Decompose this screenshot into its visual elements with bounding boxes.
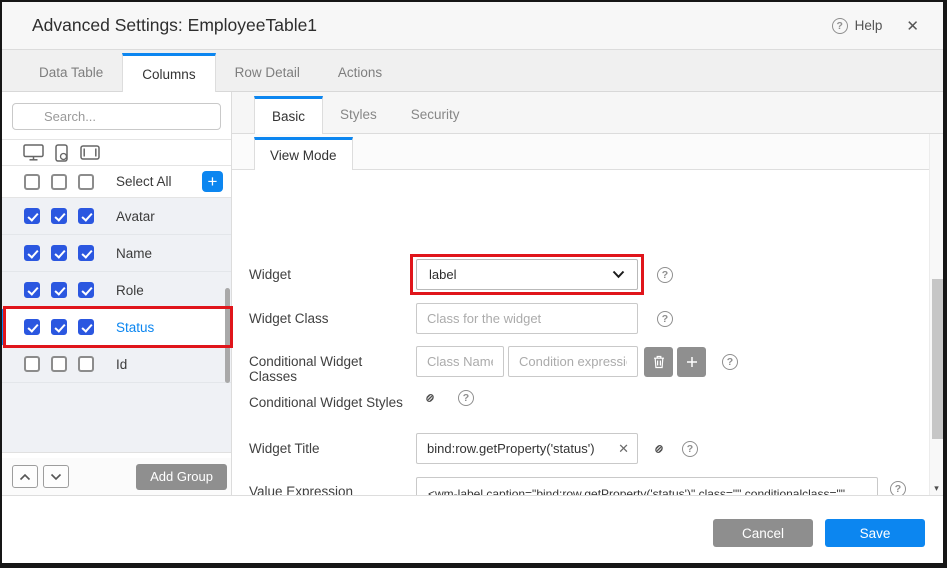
plus-icon — [686, 356, 698, 368]
plus-icon: + — [208, 173, 218, 190]
avatar-checkbox-tablet[interactable] — [78, 208, 94, 224]
tab-view-mode[interactable]: View Mode — [254, 137, 353, 170]
column-row-role[interactable]: Role — [2, 272, 231, 309]
column-row-name[interactable]: Name — [2, 235, 231, 272]
save-button[interactable]: Save — [825, 519, 925, 547]
status-checkbox-mobile[interactable] — [51, 319, 67, 335]
widget-class-input[interactable] — [416, 303, 638, 334]
clear-icon[interactable]: ✕ — [618, 442, 629, 455]
trash-icon — [653, 355, 665, 369]
status-checkbox-tablet[interactable] — [78, 319, 94, 335]
search-area — [2, 92, 231, 140]
columns-sidebar: Select All + Avatar Name Role Status — [2, 92, 232, 495]
move-up-button[interactable] — [12, 465, 38, 488]
column-label: Role — [116, 283, 144, 298]
scroll-down-arrow-icon[interactable]: ▾ — [930, 483, 943, 494]
panel-subtabbar: View Mode — [232, 134, 943, 170]
sidebar-filler — [2, 383, 231, 453]
panel-scrollbar-thumb[interactable] — [932, 279, 943, 439]
widget-label: Widget — [249, 267, 414, 282]
column-row-status[interactable]: Status — [2, 309, 231, 346]
move-down-button[interactable] — [43, 465, 69, 488]
name-checkbox-mobile[interactable] — [51, 245, 67, 261]
bind-title-link-icon[interactable] — [651, 441, 667, 457]
column-label: Name — [116, 246, 152, 261]
add-column-button[interactable]: + — [202, 171, 223, 192]
id-checkbox-mobile[interactable] — [51, 356, 67, 372]
delete-condition-button[interactable] — [644, 347, 673, 377]
select-all-row: Select All + — [2, 166, 231, 198]
name-checkbox-desktop[interactable] — [24, 245, 40, 261]
close-icon[interactable]: ✕ — [902, 17, 923, 35]
class-name-input[interactable] — [416, 346, 504, 377]
panel-scrollbar[interactable]: ▾ — [929, 134, 943, 495]
dialog-footer: Cancel Save — [2, 495, 943, 563]
tab-actions[interactable]: Actions — [319, 53, 401, 91]
help-label: Help — [855, 18, 883, 33]
advanced-settings-dialog: Advanced Settings: EmployeeTable1 ? Help… — [0, 0, 947, 568]
chevron-down-icon — [50, 473, 62, 481]
tab-data-table[interactable]: Data Table — [20, 53, 122, 91]
search-input[interactable] — [12, 103, 221, 130]
tab-styles[interactable]: Styles — [323, 96, 394, 133]
select-all-checkbox-desktop[interactable] — [24, 174, 40, 190]
chevron-down-icon — [612, 270, 625, 279]
add-condition-button[interactable] — [677, 347, 706, 377]
tab-columns[interactable]: Columns — [122, 53, 215, 92]
status-checkbox-desktop[interactable] — [24, 319, 40, 335]
add-group-button[interactable]: Add Group — [136, 464, 227, 490]
conditional-classes-help-icon[interactable]: ? — [722, 354, 738, 370]
chevron-up-icon — [19, 473, 31, 481]
column-row-id[interactable]: Id — [2, 346, 231, 383]
desktop-icon[interactable] — [23, 144, 44, 161]
sidebar-toolbar: Add Group — [2, 458, 231, 495]
conditional-styles-help-icon[interactable]: ? — [458, 390, 474, 406]
widget-title-label: Widget Title — [249, 441, 414, 456]
name-checkbox-tablet[interactable] — [78, 245, 94, 261]
select-all-checkbox-tablet[interactable] — [78, 174, 94, 190]
role-checkbox-tablet[interactable] — [78, 282, 94, 298]
column-row-avatar[interactable]: Avatar — [2, 198, 231, 235]
dialog-header: Advanced Settings: EmployeeTable1 ? Help… — [2, 2, 943, 50]
widget-help-icon[interactable]: ? — [657, 267, 673, 283]
dialog-tabbar: Data Table Columns Row Detail Actions — [2, 50, 943, 92]
cancel-button[interactable]: Cancel — [713, 519, 813, 547]
widget-select-value: label — [429, 267, 456, 282]
widget-title-input[interactable] — [416, 433, 638, 464]
sidebar-scrollbar-thumb[interactable] — [225, 288, 230, 383]
tab-basic[interactable]: Basic — [254, 96, 323, 134]
dialog-title: Advanced Settings: EmployeeTable1 — [32, 15, 317, 36]
device-toggle-row — [2, 140, 231, 166]
condition-expression-input[interactable] — [508, 346, 638, 377]
role-checkbox-desktop[interactable] — [24, 282, 40, 298]
select-all-checkbox-mobile[interactable] — [51, 174, 67, 190]
tablet-icon[interactable] — [80, 145, 100, 160]
help-button[interactable]: ? Help — [832, 18, 883, 34]
panel-tabbar: Basic Styles Security — [232, 92, 943, 134]
column-label: Status — [116, 320, 154, 335]
bind-styles-link-icon[interactable] — [422, 390, 438, 406]
id-checkbox-tablet[interactable] — [78, 356, 94, 372]
avatar-checkbox-desktop[interactable] — [24, 208, 40, 224]
widget-class-help-icon[interactable]: ? — [657, 311, 673, 327]
tab-row-detail[interactable]: Row Detail — [216, 53, 319, 91]
column-settings-panel: Basic Styles Security View Mode Widget l… — [232, 92, 943, 495]
conditional-widget-classes-label: Conditional Widget Classes — [249, 354, 414, 384]
select-all-label: Select All — [116, 174, 172, 189]
widget-title-help-icon[interactable]: ? — [682, 441, 698, 457]
conditional-widget-styles-label: Conditional Widget Styles — [249, 395, 414, 410]
tab-security[interactable]: Security — [394, 96, 477, 133]
widget-select[interactable]: label — [416, 259, 638, 290]
id-checkbox-desktop[interactable] — [24, 356, 40, 372]
mobile-icon[interactable] — [55, 144, 69, 162]
widget-class-label: Widget Class — [249, 311, 414, 326]
role-checkbox-mobile[interactable] — [51, 282, 67, 298]
column-label: Id — [116, 357, 127, 372]
help-circle-icon: ? — [832, 18, 848, 34]
column-label: Avatar — [116, 209, 155, 224]
avatar-checkbox-mobile[interactable] — [51, 208, 67, 224]
